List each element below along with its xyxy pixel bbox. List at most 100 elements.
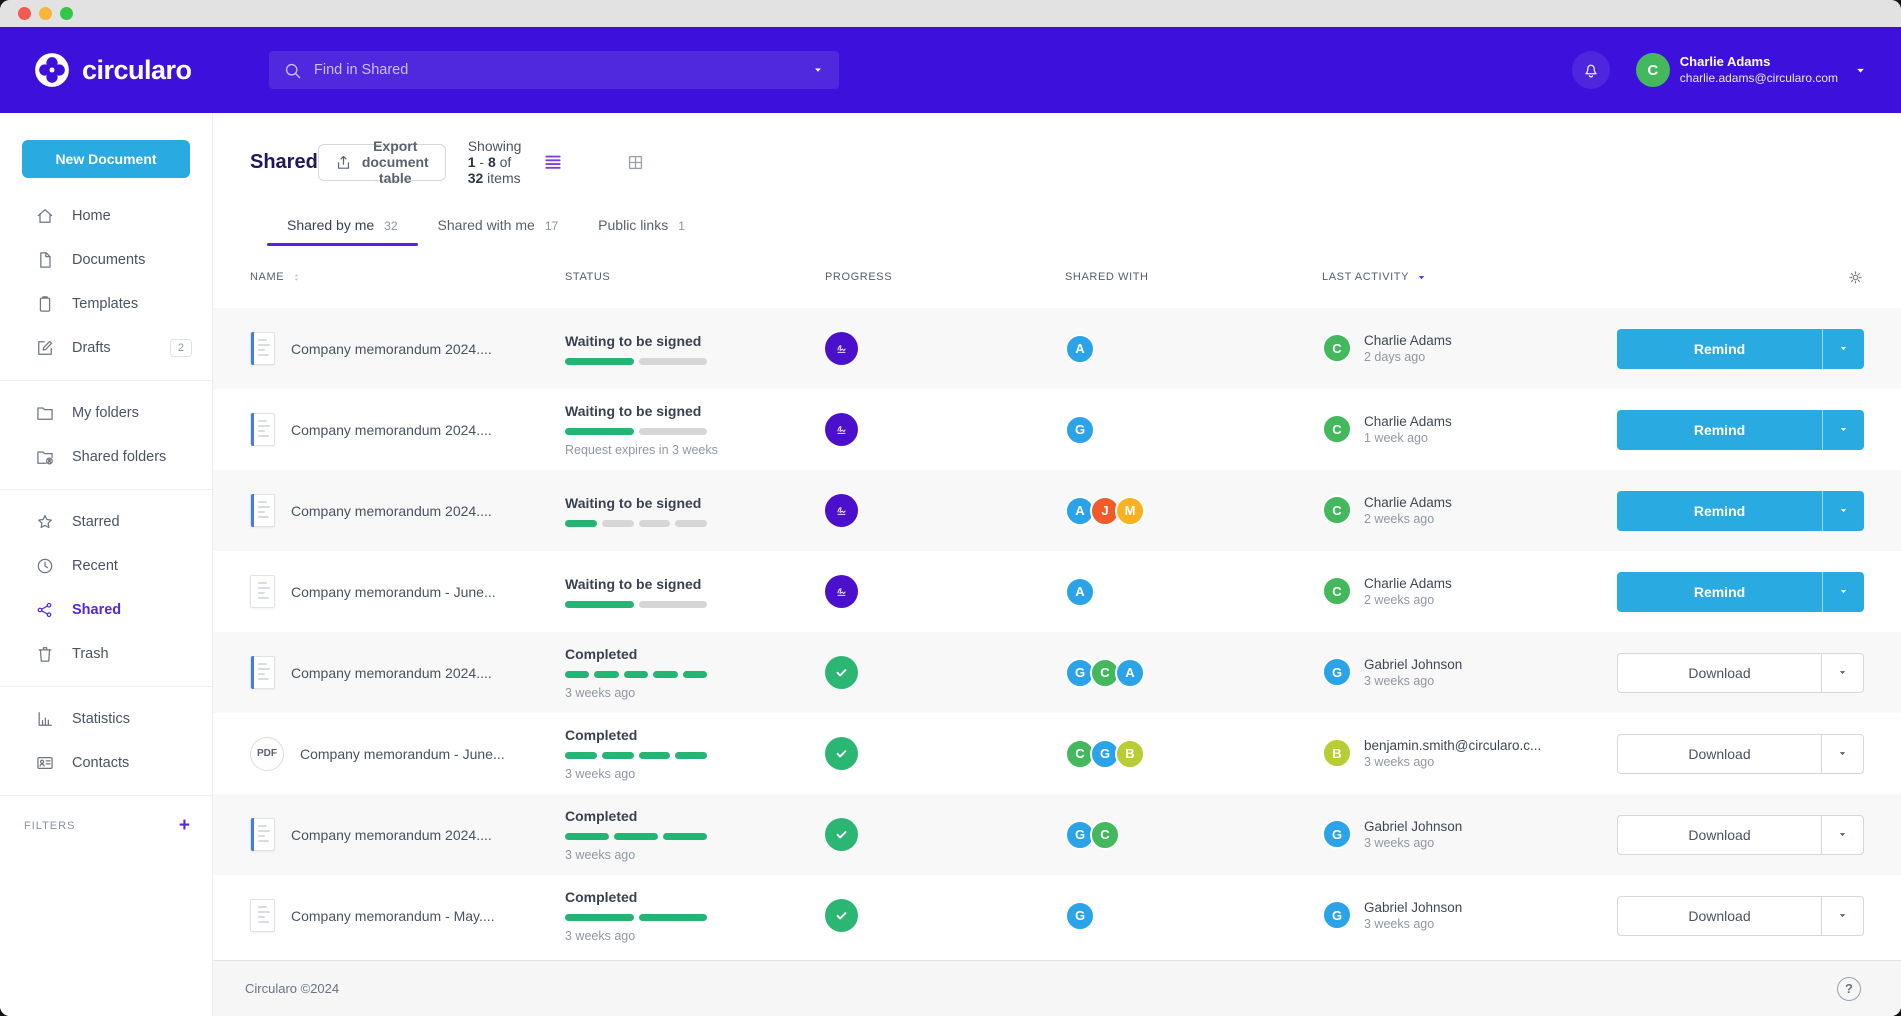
sidebar-item-contacts[interactable]: Contacts <box>0 741 212 785</box>
window-zoom-button[interactable] <box>60 7 73 20</box>
action-label: Download <box>1618 816 1821 854</box>
column-header-status[interactable]: STATUS <box>565 271 825 283</box>
column-header-last-activity[interactable]: LAST ACTIVITY <box>1322 271 1600 284</box>
status-text: Waiting to be signed <box>565 576 701 592</box>
recipient-avatar[interactable]: G <box>1065 415 1095 445</box>
search-scope-caret-icon[interactable] <box>811 63 825 77</box>
action-dropdown-button[interactable] <box>1822 410 1864 450</box>
sidebar-item-trash[interactable]: Trash <box>0 632 212 676</box>
last-activity-avatar: C <box>1322 495 1352 525</box>
pdf-icon: PDF <box>250 737 284 771</box>
action-dropdown-button[interactable] <box>1821 735 1863 773</box>
document-name[interactable]: Company memorandum 2024.... <box>291 827 492 843</box>
action-dropdown-button[interactable] <box>1821 897 1863 935</box>
sidebar-section: Starred Recent Shared Trash <box>0 490 212 687</box>
sidebar-item-home[interactable]: Home <box>0 194 212 238</box>
bell-icon <box>1581 60 1601 80</box>
user-avatar: C <box>1636 53 1670 87</box>
sidebar-item-shared-folders[interactable]: Shared folders <box>0 435 212 479</box>
action-dropdown-button[interactable] <box>1822 491 1864 531</box>
export-button[interactable]: Export document table <box>318 144 446 181</box>
sidebar-item-drafts[interactable]: Drafts 2 <box>0 326 212 370</box>
sidebar-item-label: My folders <box>72 405 139 421</box>
action-dropdown-button[interactable] <box>1822 572 1864 612</box>
last-activity-time: 2 weeks ago <box>1364 511 1452 527</box>
sidebar-item-statistics[interactable]: Statistics <box>0 697 212 741</box>
download-button[interactable]: Download <box>1617 734 1864 774</box>
document-name[interactable]: Company memorandum 2024.... <box>291 422 492 438</box>
document-name[interactable]: Company memorandum 2024.... <box>291 341 492 357</box>
recipient-avatar[interactable]: A <box>1065 577 1095 607</box>
last-activity-name: Charlie Adams <box>1364 575 1452 593</box>
tab-public-links[interactable]: Public links 1 <box>578 217 705 246</box>
recipient-avatar[interactable]: A <box>1065 334 1095 364</box>
column-header-shared-with[interactable]: SHARED WITH <box>1065 271 1322 283</box>
document-name[interactable]: Company memorandum - June... <box>291 584 496 600</box>
sidebar-item-templates[interactable]: Templates <box>0 282 212 326</box>
action-dropdown-button[interactable] <box>1822 329 1864 369</box>
progress-segment <box>565 671 589 678</box>
grid-view-button[interactable] <box>589 153 1901 172</box>
list-view-button[interactable] <box>543 152 563 172</box>
progress-segment <box>639 752 671 759</box>
sidebar-item-shared[interactable]: Shared <box>0 588 212 632</box>
sidebar-item-label: Starred <box>72 514 120 530</box>
sidebar-item-documents[interactable]: Documents <box>0 238 212 282</box>
sidebar-item-label: Shared folders <box>72 449 166 465</box>
window-close-button[interactable] <box>18 7 31 20</box>
sidebar-item-my-folders[interactable]: My folders <box>0 391 212 435</box>
tab-shared-by-me[interactable]: Shared by me 32 <box>267 217 418 246</box>
search-bar[interactable]: Find in Shared <box>269 51 839 89</box>
download-button[interactable]: Download <box>1617 896 1864 936</box>
action-dropdown-button[interactable] <box>1821 654 1863 692</box>
notifications-button[interactable] <box>1572 51 1610 89</box>
progress-segment <box>639 358 708 365</box>
user-name: Charlie Adams <box>1680 54 1838 70</box>
tab-count: 32 <box>384 219 397 233</box>
recipient-avatar[interactable]: C <box>1090 820 1120 850</box>
recipient-avatar[interactable]: M <box>1115 496 1145 526</box>
recipient-avatar[interactable]: B <box>1115 739 1145 769</box>
sidebar-item-label: Trash <box>72 646 109 662</box>
remind-button[interactable]: Remind <box>1617 329 1864 369</box>
table-settings-button[interactable] <box>1600 269 1864 286</box>
remind-button[interactable]: Remind <box>1617 572 1864 612</box>
table-row: PDF Company memorandum - June... Complet… <box>213 713 1901 794</box>
sidebar-item-starred[interactable]: Starred <box>0 500 212 544</box>
column-header-progress[interactable]: PROGRESS <box>825 271 1065 283</box>
document-name[interactable]: Company memorandum 2024.... <box>291 503 492 519</box>
document-thumbnail-icon <box>250 656 275 689</box>
tab-label: Shared by me <box>287 217 374 233</box>
recipient-avatar[interactable]: A <box>1115 658 1145 688</box>
tab-shared-with-me[interactable]: Shared with me 17 <box>418 217 579 246</box>
document-name[interactable]: Company memorandum 2024.... <box>291 665 492 681</box>
action-dropdown-button[interactable] <box>1821 816 1863 854</box>
progress-bar <box>565 833 707 840</box>
brand: circularo <box>34 52 219 88</box>
new-document-button[interactable]: New Document <box>22 140 190 178</box>
table-row: Company memorandum - June... Waiting to … <box>213 551 1901 632</box>
tab-count: 17 <box>545 219 558 233</box>
window-minimize-button[interactable] <box>39 7 52 20</box>
last-activity-name: Gabriel Johnson <box>1364 656 1462 674</box>
tab-label: Public links <box>598 217 668 233</box>
download-button[interactable]: Download <box>1617 815 1864 855</box>
download-button[interactable]: Download <box>1617 653 1864 693</box>
help-button[interactable]: ? <box>1837 977 1861 1001</box>
sidebar-item-recent[interactable]: Recent <box>0 544 212 588</box>
sidebar-section: Home Documents Templates Drafts 2 <box>0 184 212 381</box>
recipient-avatar[interactable]: G <box>1065 901 1095 931</box>
column-header-name[interactable]: NAME <box>250 271 565 284</box>
status-text: Completed <box>565 646 637 662</box>
remind-button[interactable]: Remind <box>1617 491 1864 531</box>
remind-button[interactable]: Remind <box>1617 410 1864 450</box>
document-name[interactable]: Company memorandum - June... <box>300 746 505 762</box>
progress-segment <box>639 520 671 527</box>
document-name[interactable]: Company memorandum - May.... <box>291 908 495 924</box>
sort-icon[interactable] <box>290 271 303 284</box>
user-email: charlie.adams@circularo.com <box>1680 71 1838 86</box>
add-filter-button[interactable]: + <box>179 816 190 835</box>
progress-segment <box>602 752 634 759</box>
user-menu[interactable]: C Charlie Adams charlie.adams@circularo.… <box>1636 53 1867 87</box>
window-titlebar <box>0 0 1901 27</box>
